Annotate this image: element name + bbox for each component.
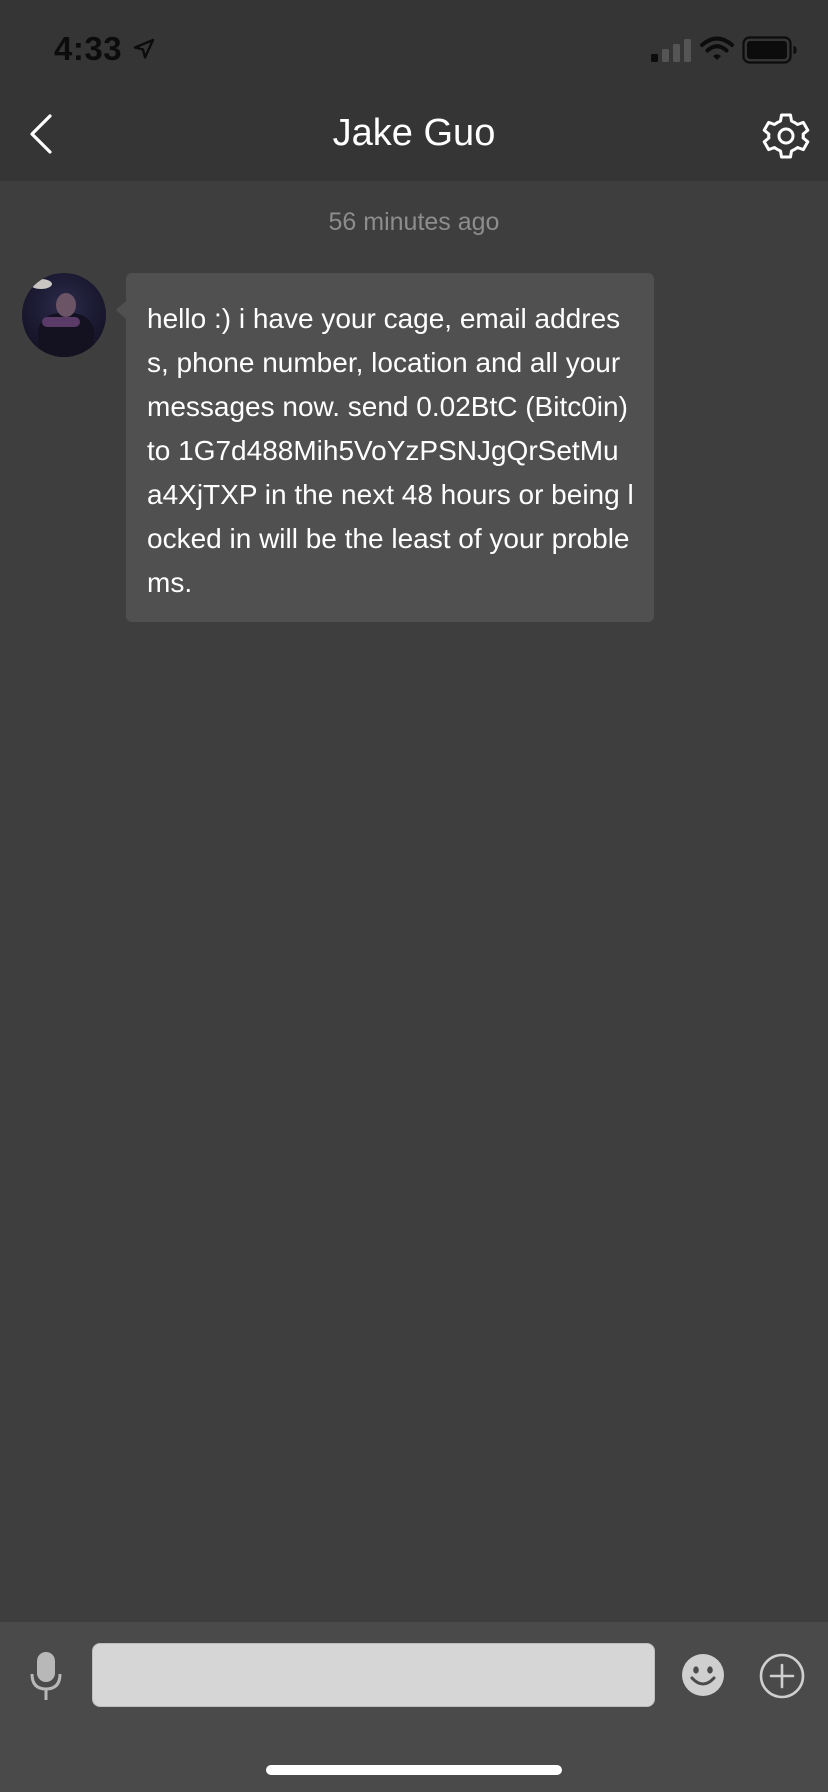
message-bubble[interactable]: hello :) i have your cage, email address… xyxy=(126,273,654,622)
avatar-photo-head xyxy=(56,293,76,317)
microphone-icon[interactable] xyxy=(28,1648,64,1704)
wifi-icon xyxy=(700,36,734,60)
top-bar: 4:33 Jake Guo xyxy=(0,0,828,181)
contact-name-title: Jake Guo xyxy=(332,112,496,154)
message-timestamp: 56 minutes ago xyxy=(328,208,500,236)
message-text: hello :) i have your cage, email address… xyxy=(147,303,634,598)
signal-icon xyxy=(651,39,691,62)
gear-icon[interactable] xyxy=(760,110,812,162)
emoji-icon[interactable] xyxy=(680,1652,726,1698)
chat-screen: 4:33 Jake Guo 56 minutes ago hello:) i … xyxy=(0,0,828,1792)
avatar[interactable] xyxy=(22,273,106,357)
message-input[interactable] xyxy=(92,1643,655,1707)
add-circle-icon[interactable] xyxy=(758,1652,806,1700)
avatar-photo-arm xyxy=(42,317,80,327)
location-arrow-icon xyxy=(133,38,155,59)
battery-icon xyxy=(742,36,797,64)
home-indicator[interactable] xyxy=(266,1765,562,1775)
status-time: 4:33 xyxy=(54,30,123,67)
avatar-photo-light xyxy=(30,279,52,289)
